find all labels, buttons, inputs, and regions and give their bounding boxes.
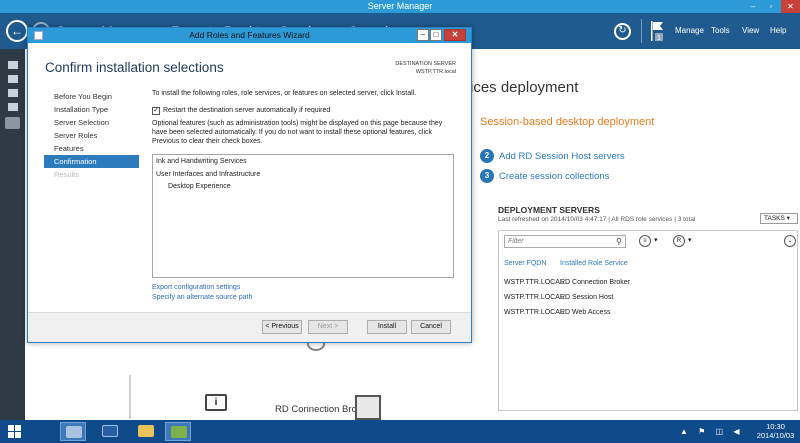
cell-role: RD Connection Broker (560, 279, 631, 286)
wizard-footer: < Previous Next > Install Cancel (28, 312, 471, 342)
table-body: WSTP.TTR.LOCAL RD Connection Broker WSTP… (504, 279, 784, 324)
wizard-taskbar-icon[interactable] (165, 422, 191, 441)
windows-start-icon[interactable] (8, 425, 22, 439)
restart-option[interactable]: ✓ Restart the destination server automati… (152, 106, 330, 115)
nav-before-you-begin[interactable]: Before You Begin (44, 90, 139, 103)
maximize-button[interactable]: ▫ (762, 0, 780, 13)
step-link[interactable]: Add RD Session Host servers (499, 151, 625, 162)
previous-button[interactable]: < Previous (262, 320, 302, 334)
nav-results: Results (54, 170, 80, 179)
rds-heading: ices deployment (470, 79, 579, 96)
wizard-titlebar: Add Roles and Features Wizard – □ ✕ (28, 28, 471, 43)
minimize-button[interactable]: – (417, 29, 429, 41)
export-settings-link[interactable]: Export configuration settings (152, 284, 240, 291)
chevron-down-icon[interactable]: ▾ (654, 236, 658, 244)
file-storage-icon[interactable] (8, 103, 18, 111)
restart-checkbox[interactable]: ✓ (152, 106, 160, 115)
sidebar (0, 49, 25, 420)
cell-role: RD Web Access (560, 309, 611, 316)
feature-item: Ink and Handwriting Services (156, 158, 247, 165)
step-link[interactable]: Create session collections (499, 171, 609, 182)
maximize-button[interactable]: □ (430, 29, 442, 41)
close-button[interactable]: ✕ (781, 0, 800, 13)
all-servers-icon[interactable] (8, 89, 18, 97)
dashboard-icon[interactable] (8, 61, 18, 69)
table-row[interactable]: WSTP.TTR.LOCAL RD Connection Broker (504, 279, 784, 294)
step-number: 3 (480, 169, 494, 183)
notifications-flag-icon[interactable]: 1 (650, 20, 664, 42)
nav-installation-type[interactable]: Installation Type (44, 103, 139, 116)
clock-time[interactable]: 10:30 (753, 422, 798, 431)
server-icon[interactable] (355, 395, 381, 420)
table-row[interactable]: WSTP.TTR.LOCAL RD Session Host (504, 294, 784, 309)
save-query-icon[interactable]: R (673, 235, 685, 247)
refresh-icon[interactable]: ↻ (614, 23, 631, 40)
server-manager-titlebar: Server Manager – ▫ ✕ (0, 0, 800, 13)
install-button[interactable]: Install (367, 320, 407, 334)
cell-fqdn: WSTP.TTR.LOCAL (504, 309, 564, 316)
intro-text: To install the following roles, role ser… (152, 90, 417, 97)
cell-fqdn: WSTP.TTR.LOCAL (504, 294, 564, 301)
clock-date[interactable]: 2014/10/03 (753, 431, 798, 440)
tasks-dropdown[interactable]: TASKS ▾ (760, 213, 798, 224)
page-title: Confirm installation selections (45, 60, 224, 75)
powershell-taskbar-icon[interactable] (97, 422, 123, 441)
next-button: Next > (308, 320, 348, 334)
deployment-servers-title: DEPLOYMENT SERVERS (498, 205, 600, 215)
wizard-main: To install the following roles, role ser… (152, 90, 457, 305)
step-create-collections[interactable]: 3 Create session collections (480, 169, 609, 183)
feature-item: User Interfaces and Infrastructure (156, 171, 261, 178)
column-header-fqdn[interactable]: Server FQDN (504, 260, 546, 267)
cell-fqdn: WSTP.TTR.LOCAL (504, 279, 564, 286)
close-button[interactable]: ✕ (444, 29, 466, 41)
nav-server-roles[interactable]: Server Roles (44, 129, 139, 142)
search-icon[interactable]: ⚲ (616, 237, 622, 246)
remote-desktop-services-icon[interactable] (5, 117, 20, 129)
nav-features[interactable]: Features (44, 142, 139, 155)
file-explorer-taskbar-icon[interactable] (133, 422, 159, 441)
table-row[interactable]: WSTP.TTR.LOCAL RD Web Access (504, 309, 784, 324)
menu-view[interactable]: View (742, 26, 759, 35)
column-header-role[interactable]: Installed Role Service (560, 260, 628, 267)
restart-label[interactable]: Restart the destination server automatic… (163, 107, 330, 114)
session-heading: Session-based desktop deployment (480, 116, 655, 128)
chevron-down-icon[interactable]: ▾ (688, 236, 692, 244)
add-roles-wizard-dialog: Add Roles and Features Wizard – □ ✕ Conf… (27, 27, 472, 343)
menu-help[interactable]: Help (770, 26, 786, 35)
deployment-servers-tile: DEPLOYMENT SERVERS Last refreshed on 201… (495, 199, 800, 420)
deployment-servers-table: Filter ⚲ ≡ ▾ R ▾ ⌄ Server FQDN Installed… (498, 230, 798, 411)
step-number: 2 (480, 149, 494, 163)
expand-icon[interactable]: ⌄ (784, 235, 796, 247)
wizard-header: Confirm installation selections DESTINAT… (28, 43, 471, 85)
alternate-source-link[interactable]: Specify an alternate source path (152, 294, 252, 301)
wizard-title: Add Roles and Features Wizard (189, 30, 310, 40)
features-list: Ink and Handwriting Services User Interf… (152, 154, 454, 278)
step-add-session-host[interactable]: 2 Add RD Session Host servers (480, 149, 625, 163)
filter-options-icon[interactable]: ≡ (639, 235, 651, 247)
server-manager-taskbar-icon[interactable] (60, 422, 86, 441)
menu-tools[interactable]: Tools (711, 26, 730, 35)
cancel-button[interactable]: Cancel (411, 320, 451, 334)
destination-server-label: DESTINATION SERVER (395, 61, 456, 67)
back-button[interactable]: ← (6, 20, 28, 42)
local-server-icon[interactable] (8, 75, 18, 83)
filter-input[interactable]: Filter (504, 235, 626, 248)
feature-subitem: Desktop Experience (168, 183, 231, 190)
destination-server-value: WSTP.TTR.local (415, 69, 456, 75)
deployment-servers-subtitle: Last refreshed on 2014/10/03 4:47:17 | A… (498, 216, 696, 223)
optional-features-text: Optional features (such as administratio… (152, 120, 443, 145)
taskbar: ▲ ⚑ ◫ ◀ 10:30 2014/10/03 (0, 420, 800, 443)
wizard-steps-nav: Before You Begin Installation Type Serve… (44, 90, 139, 181)
header-divider (641, 19, 642, 43)
system-tray-icons[interactable]: ▲ ⚑ ◫ ◀ (680, 427, 743, 436)
minimize-button[interactable]: – (744, 0, 762, 13)
notification-count: 1 (657, 35, 661, 42)
diagram-connector (129, 375, 131, 419)
nav-confirmation[interactable]: Confirmation (44, 155, 139, 168)
info-bubble-icon[interactable]: i (205, 394, 227, 411)
window-title: Server Manager (367, 1, 433, 11)
nav-server-selection[interactable]: Server Selection (44, 116, 139, 129)
menu-manage[interactable]: Manage (675, 26, 704, 35)
cell-role: RD Session Host (560, 294, 614, 301)
